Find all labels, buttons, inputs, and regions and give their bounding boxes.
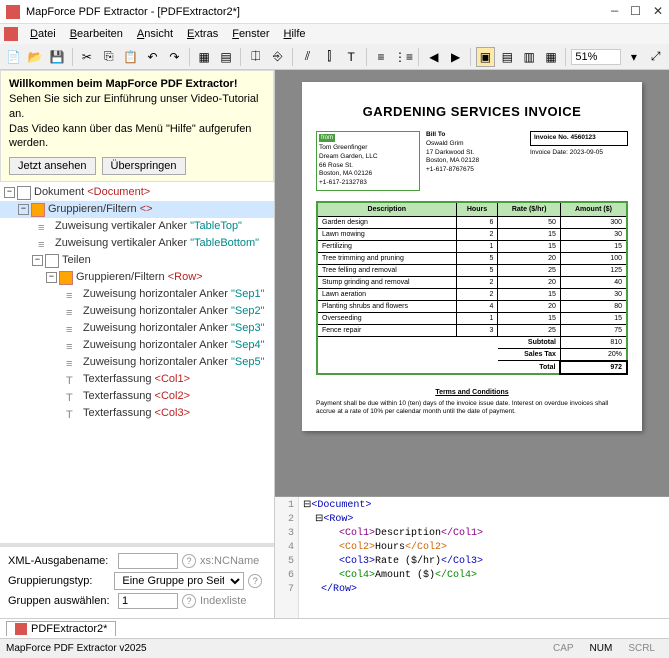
hint-title: Willkommen beim MapForce PDF Extractor! [9,78,238,90]
collapse-icon[interactable]: − [46,272,57,283]
file-tabs: PDFExtractor2* [0,618,669,638]
statusbar: MapForce PDF Extractor v2025 CAP NUM SCR… [0,638,669,658]
minimize-button[interactable]: — [611,4,618,19]
window-title: MapForce PDF Extractor - [PDFExtractor2*… [26,6,611,18]
save-icon[interactable]: 💾 [48,47,67,67]
paste-icon[interactable]: 📋 [121,47,140,67]
titlebar: MapForce PDF Extractor - [PDFExtractor2*… [0,0,669,24]
anchor-icon: ≡ [66,322,80,336]
split-h-icon[interactable]: ⫽ [298,47,317,67]
menu-fenster[interactable]: Fenster [226,26,275,42]
status-app: MapForce PDF Extractor v2025 [6,643,147,654]
watch-now-button[interactable]: Jetzt ansehen [9,157,96,175]
menu-datei[interactable]: Datei [24,26,62,42]
file-icon [15,623,27,635]
document-icon [17,186,31,200]
code-editor[interactable]: ⊟<Document> ⊟<Row> <Col1>Description</Co… [299,497,669,618]
status-num: NUM [582,643,621,654]
align-icon[interactable]: ≡ [372,47,391,67]
cut-icon[interactable]: ✂ [78,47,97,67]
view2-icon[interactable]: ▤ [498,47,517,67]
list-icon[interactable]: ⋮≡ [393,47,413,67]
welcome-hint: Willkommen beim MapForce PDF Extractor! … [0,70,274,182]
prop-label: Gruppen auswählen: [8,595,118,607]
collapse-icon[interactable]: − [18,204,29,215]
collapse-icon[interactable]: − [32,255,43,266]
structure-tree[interactable]: −Dokument <Document> −Gruppieren/Filtern… [0,182,274,543]
redo-icon[interactable]: ↷ [165,47,184,67]
menubar: Datei Bearbeiten Ansicht Extras Fenster … [0,24,669,44]
help-icon[interactable]: ? [182,554,196,568]
from-label: from [319,134,335,142]
tool3-icon[interactable]: ⎅ [246,47,265,67]
help-icon[interactable]: ? [248,574,262,588]
help-icon[interactable]: ? [182,594,196,608]
tool4-icon[interactable]: ⎆ [268,47,287,67]
back-icon[interactable]: ◀ [424,47,443,67]
terms-body: Payment shall be due within 10 (ten) day… [316,400,628,417]
skip-button[interactable]: Überspringen [102,157,186,175]
app-icon [6,5,20,19]
group-icon [31,203,45,217]
text-icon[interactable]: T [342,47,361,67]
anchor-icon: ≡ [66,339,80,353]
fit-icon[interactable]: ⤢ [646,47,665,67]
anchor-icon: ≡ [66,288,80,302]
view4-icon[interactable]: ▦ [542,47,561,67]
app-menu-icon[interactable] [4,27,18,41]
status-scrl: SCRL [620,643,663,654]
undo-icon[interactable]: ↶ [143,47,162,67]
menu-extras[interactable]: Extras [181,26,224,42]
new-icon[interactable]: 📄 [4,47,23,67]
anchor-icon: ≡ [66,356,80,370]
properties-panel: XML-Ausgabename: ? xs:NCName Gruppierung… [0,546,274,618]
zoom-dropdown-icon[interactable]: ▾ [624,47,643,67]
zoom-input[interactable] [571,49,621,65]
group-select-input[interactable] [118,593,178,609]
xml-name-input[interactable] [118,553,178,569]
invoice-date: Invoice Date: 2023-09-05 [530,149,628,158]
hint-line1: Sehen Sie sich zur Einführung unser Vide… [9,93,258,120]
anchor-icon: ≡ [38,237,52,251]
collapse-icon[interactable]: − [4,187,15,198]
forward-icon[interactable]: ▶ [446,47,465,67]
line-gutter: 1234567 [275,497,299,618]
invoice-table: DescriptionHoursRate ($/hr)Amount ($) Ga… [316,201,628,375]
pdf-page: GARDENING SERVICES INVOICE from Tom Gree… [302,82,642,431]
anchor-icon: ≡ [66,305,80,319]
group-icon [59,271,73,285]
maximize-button[interactable]: ☐ [630,4,641,19]
prop-hint: Indexliste [200,595,246,607]
code-panel: 1234567 ⊟<Document> ⊟<Row> <Col1>Descrip… [275,496,669,618]
anchor-icon: ≡ [38,220,52,234]
tool-icon[interactable]: ▦ [195,47,214,67]
billto-label: Bill To [426,131,445,138]
invoice-number: Invoice No. 4560123 [534,134,596,141]
grouping-type-select[interactable]: Eine Gruppe pro Seite [114,572,244,590]
hint-line2: Das Video kann über das Menü "Hilfe" auf… [9,123,251,150]
prop-hint: xs:NCName [200,555,259,567]
tool2-icon[interactable]: ▤ [217,47,236,67]
menu-ansicht[interactable]: Ansicht [131,26,179,42]
prop-label: Gruppierungstyp: [8,575,114,587]
file-tab[interactable]: PDFExtractor2* [6,621,116,636]
text-capture-icon: T [66,407,80,421]
text-capture-icon: T [66,373,80,387]
open-icon[interactable]: 📂 [26,47,45,67]
status-cap: CAP [545,643,582,654]
menu-bearbeiten[interactable]: Bearbeiten [64,26,129,42]
toolbar: 📄 📂 💾 ✂ ⎘ 📋 ↶ ↷ ▦ ▤ ⎅ ⎆ ⫽ ⫿ T ≡ ⋮≡ ◀ ▶ ▣… [0,44,669,70]
split-icon [45,254,59,268]
copy-icon[interactable]: ⎘ [99,47,118,67]
view3-icon[interactable]: ▥ [520,47,539,67]
split-v-icon[interactable]: ⫿ [320,47,339,67]
close-button[interactable]: ✕ [653,4,663,19]
view1-icon[interactable]: ▣ [476,47,495,67]
prop-label: XML-Ausgabename: [8,555,118,567]
invoice-title: GARDENING SERVICES INVOICE [316,104,628,119]
terms-title: Terms and Conditions [316,389,628,396]
menu-hilfe[interactable]: Hilfe [278,26,312,42]
text-capture-icon: T [66,390,80,404]
pdf-preview[interactable]: GARDENING SERVICES INVOICE from Tom Gree… [275,70,669,496]
